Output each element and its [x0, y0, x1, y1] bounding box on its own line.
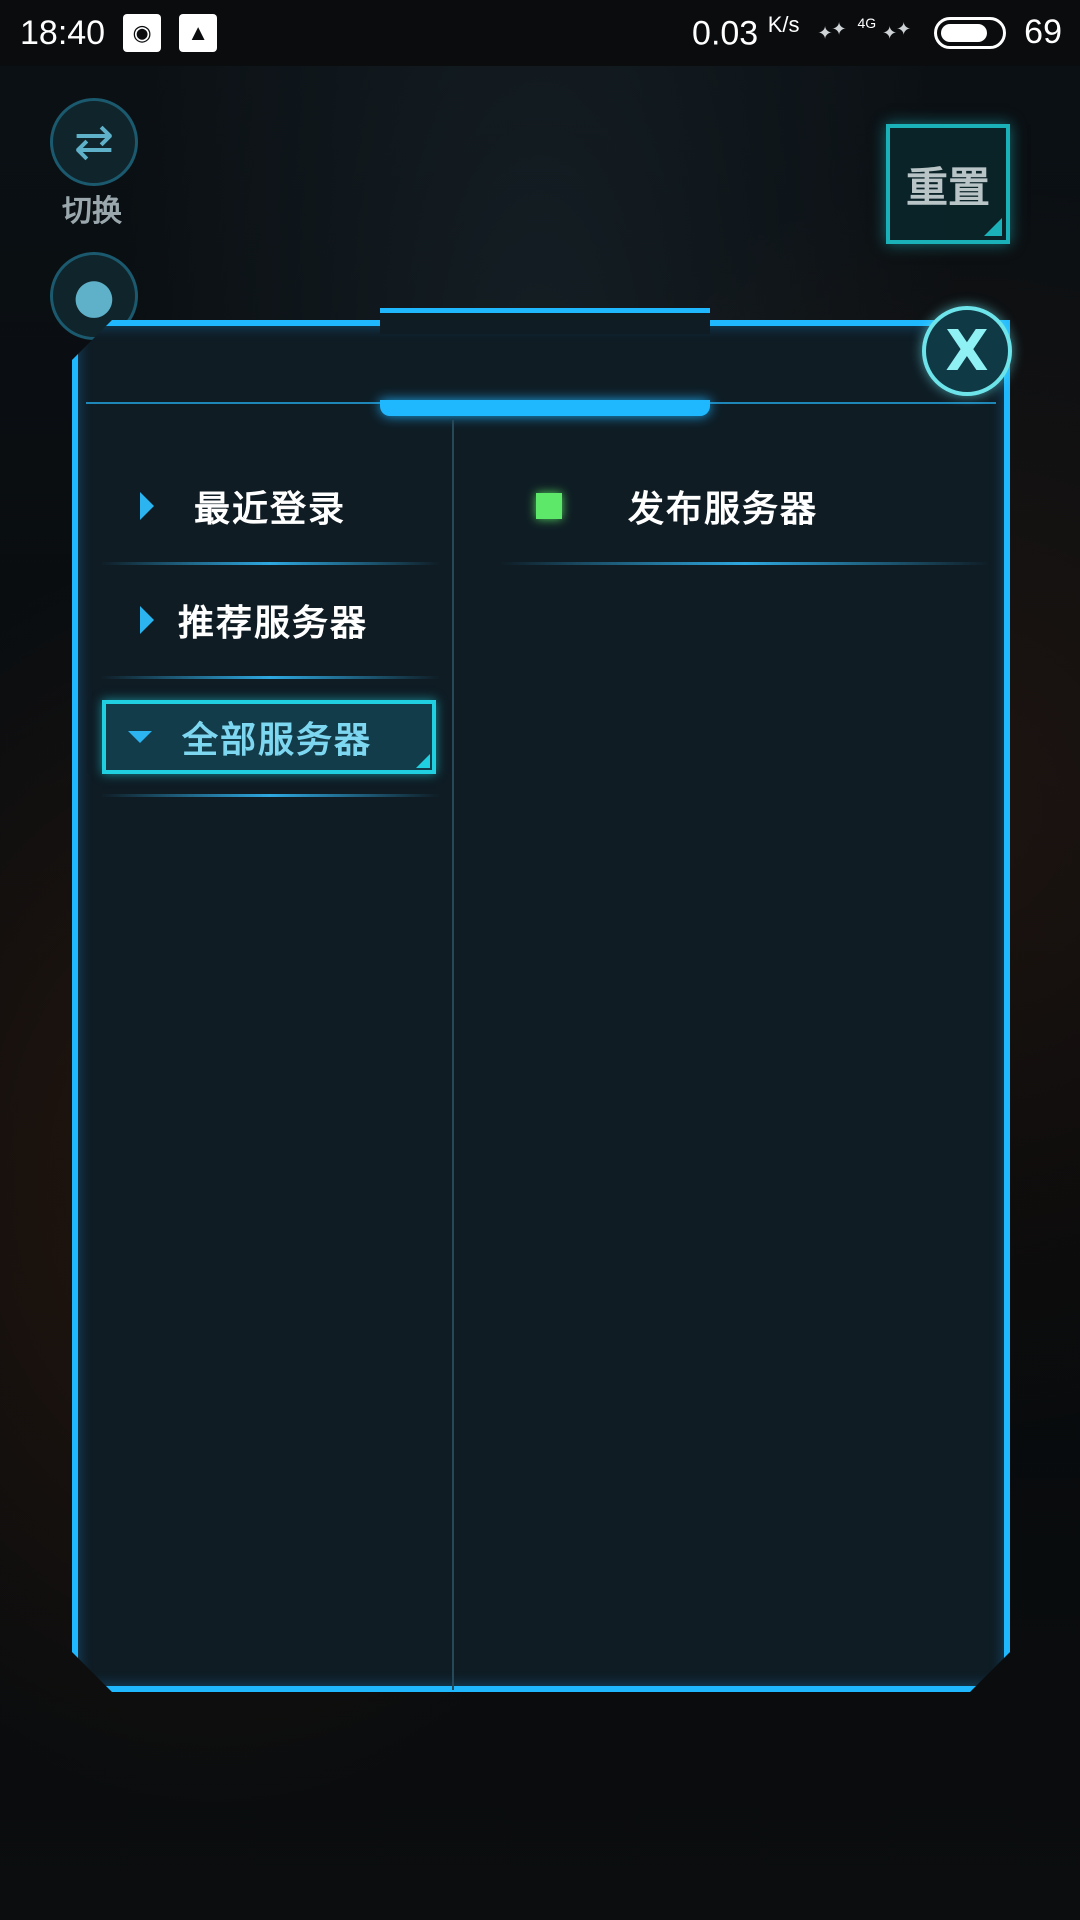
- network-type: 4G: [857, 14, 877, 31]
- menu-item-label: 最近登录: [194, 489, 347, 530]
- menu-item-label: 全部服务器: [182, 720, 373, 761]
- arrow-right-icon: [140, 606, 154, 634]
- arrow-down-icon: [128, 731, 152, 743]
- server-row[interactable]: 发布服务器: [500, 466, 990, 546]
- gallery-icon: ▲: [179, 14, 218, 52]
- menu-item-all-servers[interactable]: 全部服务器: [102, 700, 436, 774]
- menu-separator: [100, 676, 440, 679]
- menu-separator: [100, 794, 440, 797]
- close-icon: X: [945, 318, 989, 384]
- server-status-icon: [536, 493, 562, 519]
- dialog-top-tab: [380, 308, 710, 334]
- clock: 18:40: [20, 13, 106, 52]
- menu-separator: [100, 562, 440, 565]
- status-bar: 18:40 ◉ ▲ 0.03 K/s ✦ ✦ 4G ✦ ✦ 69: [0, 0, 1080, 66]
- header-accent-bar: [380, 400, 710, 416]
- menu-item-label: 推荐服务器: [178, 603, 369, 644]
- qq-icon: ◉: [123, 14, 162, 52]
- network-speed-unit: K/s: [767, 12, 800, 38]
- close-button[interactable]: X: [922, 306, 1012, 396]
- menu-item-recent-login[interactable]: 最近登录: [100, 466, 440, 546]
- menu-item-recommended-servers[interactable]: 推荐服务器: [100, 580, 440, 660]
- switch-label: 切换: [62, 194, 122, 229]
- signal-icon: ✦ ✦ 4G ✦ ✦: [817, 14, 912, 43]
- server-separator: [500, 562, 990, 565]
- network-speed-value: 0.03: [692, 14, 759, 53]
- column-divider: [452, 420, 454, 1690]
- network-speed: 0.03 K/s: [692, 12, 799, 53]
- server-name: 发布服务器: [628, 489, 819, 530]
- battery-fill: [941, 23, 988, 42]
- switch-icon[interactable]: ⇄: [50, 98, 138, 186]
- arrow-right-icon: [140, 492, 154, 520]
- battery-level: 69: [1024, 13, 1062, 52]
- battery-icon: [934, 16, 1007, 49]
- reset-label: 重置: [905, 162, 990, 212]
- reset-button[interactable]: 重置: [886, 124, 1010, 244]
